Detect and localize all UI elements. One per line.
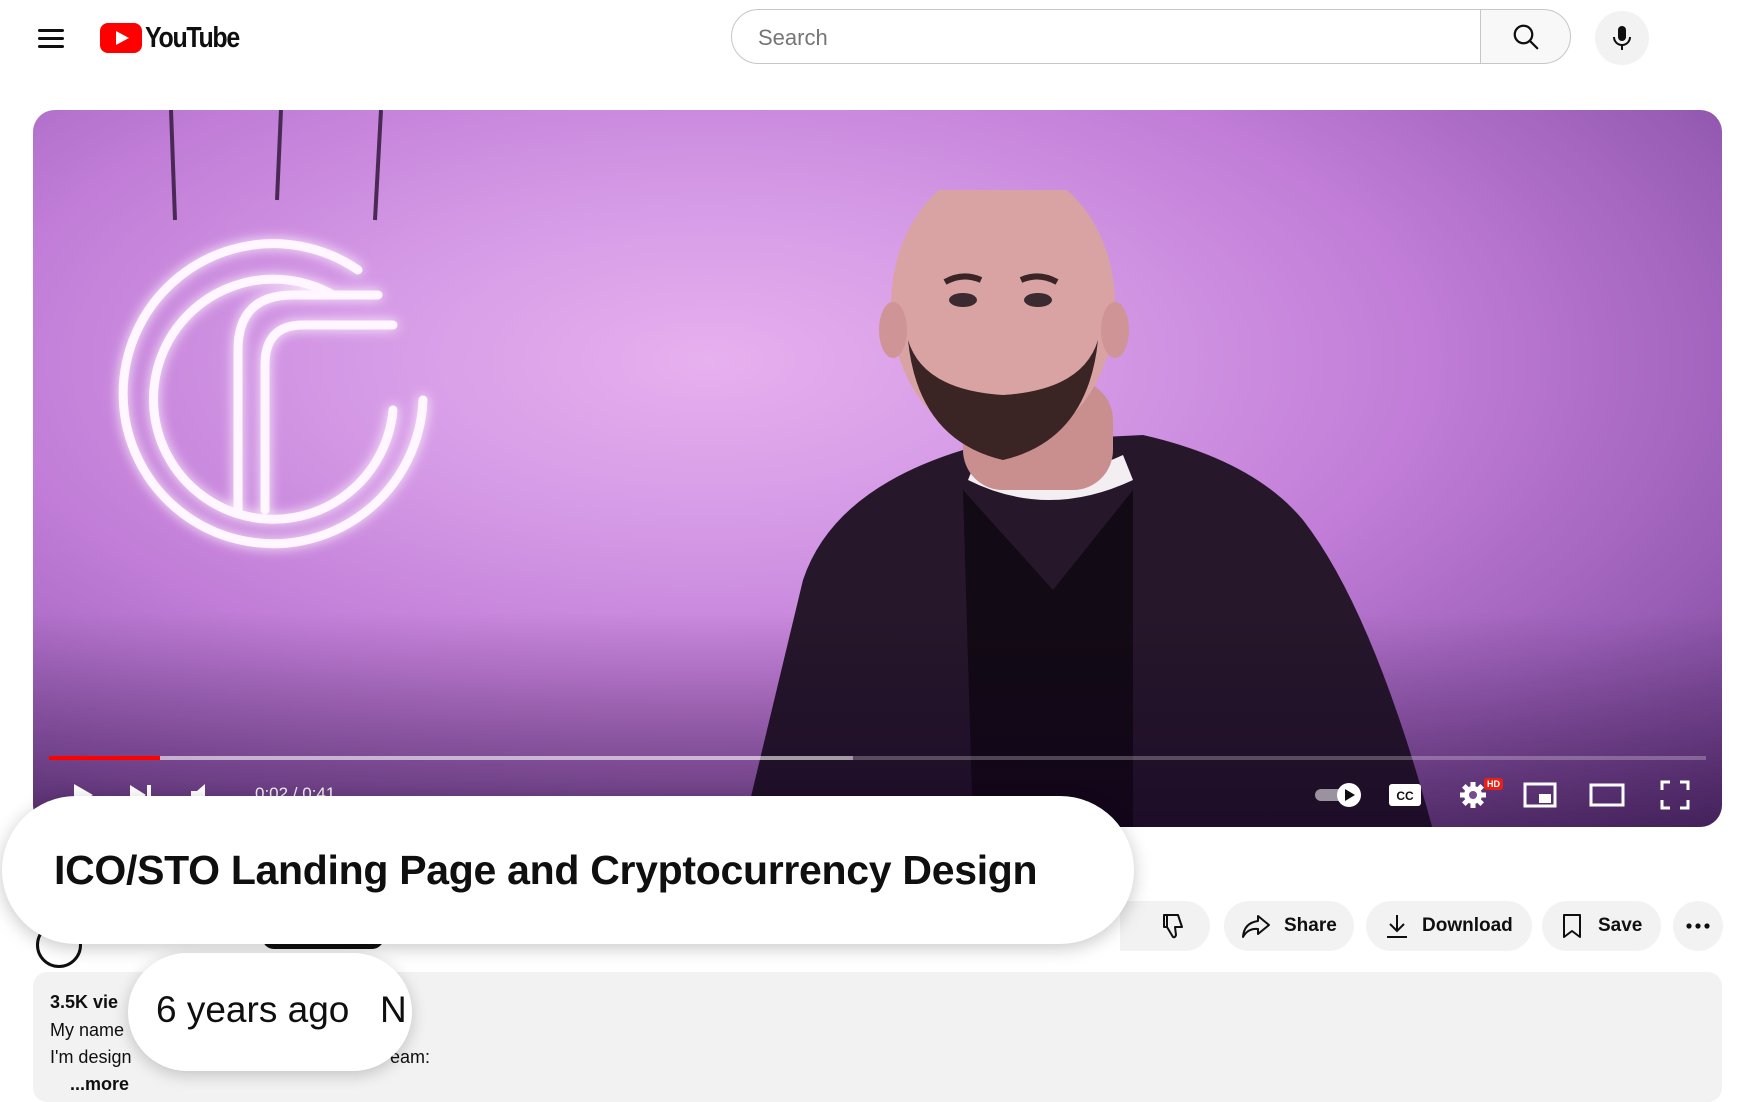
svg-text:CC: CC <box>1396 789 1414 803</box>
menu-icon[interactable] <box>34 24 68 54</box>
autoplay-toggle[interactable] <box>1309 775 1369 815</box>
settings-button[interactable]: HD <box>1451 775 1503 815</box>
thumbs-down-icon <box>1163 914 1183 939</box>
search-bar <box>731 9 1481 65</box>
miniplayer-icon <box>1523 782 1557 808</box>
miniplayer-button[interactable] <box>1518 775 1562 815</box>
player-gradient <box>33 110 1722 827</box>
save-label: Save <box>1598 915 1643 936</box>
download-label: Download <box>1422 915 1513 936</box>
logo-text: YouTube <box>145 21 240 54</box>
theater-mode-button[interactable] <box>1585 775 1629 815</box>
download-button[interactable]: Download <box>1366 901 1532 951</box>
captions-icon: CC <box>1389 784 1421 806</box>
description-line-1: My name <box>50 1020 125 1040</box>
more-horizontal-icon <box>1686 923 1710 929</box>
share-label: Share <box>1284 915 1337 936</box>
download-icon <box>1387 915 1407 938</box>
autoplay-icon <box>1315 783 1361 807</box>
upload-date-callout: 6 years ago N <box>128 953 412 1071</box>
hd-badge: HD <box>1484 778 1503 790</box>
search-button[interactable] <box>1481 9 1571 64</box>
captions-button[interactable]: CC <box>1383 775 1427 815</box>
youtube-play-icon <box>100 23 142 53</box>
video-title: ICO/STO Landing Page and Cryptocurrency … <box>54 846 1038 893</box>
view-count: 3.5K vie <box>50 992 119 1012</box>
share-icon <box>1242 915 1270 938</box>
share-button[interactable]: Share <box>1224 901 1354 951</box>
played-bar <box>49 756 161 760</box>
voice-search-button[interactable] <box>1595 11 1649 65</box>
title-callout: ICO/STO Landing Page and Cryptocurrency … <box>2 796 1134 944</box>
search-input[interactable] <box>756 10 1460 65</box>
fullscreen-icon <box>1660 780 1690 810</box>
dislike-button[interactable] <box>1120 901 1210 951</box>
upload-age: 6 years ago <box>156 989 350 1030</box>
microphone-icon <box>1613 26 1631 50</box>
theater-icon <box>1589 783 1625 807</box>
more-actions-button[interactable] <box>1673 901 1723 951</box>
video-player[interactable]: 0:02 / 0:41 CC HD <box>33 110 1722 827</box>
upload-age-next-char: N <box>380 989 407 1030</box>
description-line-2-start: I'm design <box>50 1047 132 1067</box>
buffered-bar <box>49 756 853 760</box>
save-button[interactable]: Save <box>1542 901 1661 951</box>
show-more-link[interactable]: ...more <box>70 1074 129 1095</box>
search-icon <box>1513 24 1538 49</box>
progress-bar[interactable] <box>49 756 1706 760</box>
bookmark-icon <box>1563 914 1581 938</box>
youtube-logo[interactable]: YouTube <box>100 22 254 54</box>
fullscreen-button[interactable] <box>1653 775 1697 815</box>
